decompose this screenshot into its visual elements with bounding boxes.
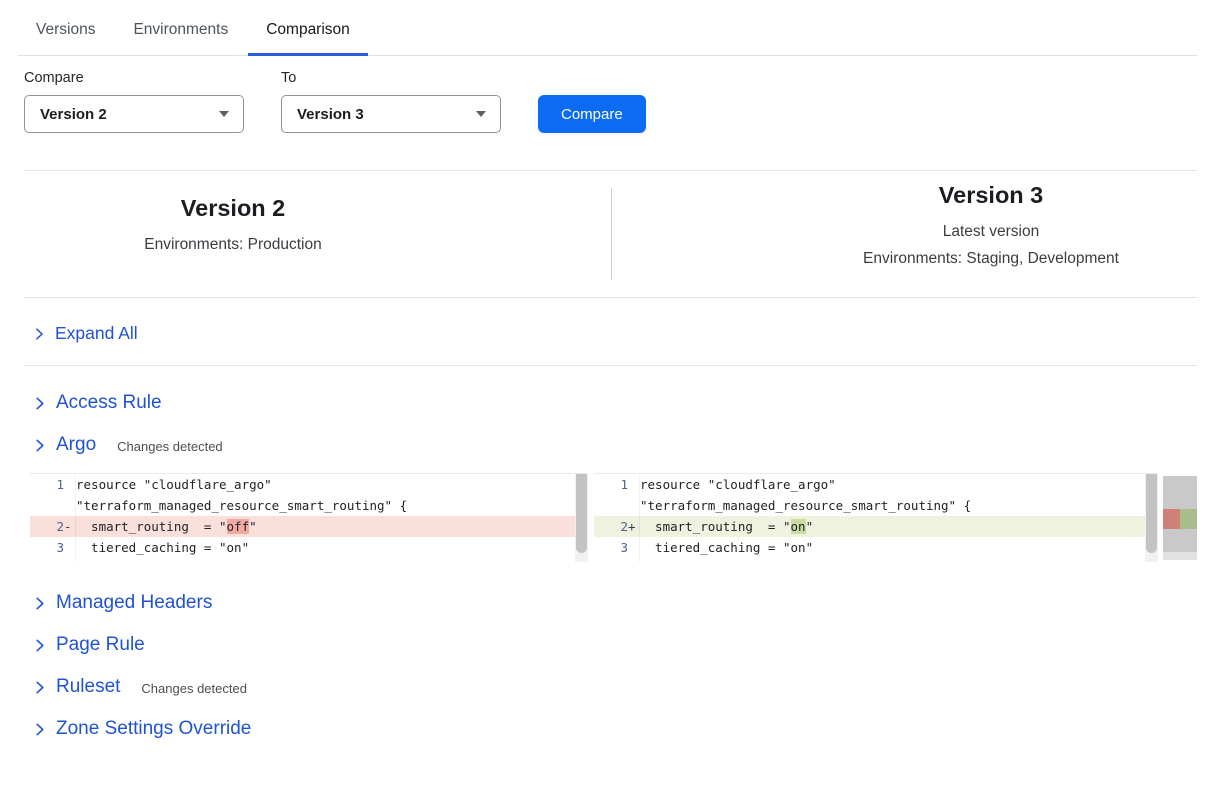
section-label: Managed Headers: [56, 592, 212, 614]
expand-all-label: Expand All: [55, 323, 138, 344]
compare-from-group: Compare Version 2: [24, 70, 244, 133]
diff-line: 3 tiered_caching = "on": [30, 537, 588, 558]
section-argo[interactable]: Argo Changes detected: [24, 431, 1197, 459]
comparison-page: Versions Environments Comparison Compare…: [0, 0, 1224, 788]
section-access-rule[interactable]: Access Rule: [24, 389, 1197, 417]
section-label: Zone Settings Override: [56, 718, 251, 740]
compare-from-label: Compare: [24, 70, 244, 86]
chevron-down-icon: [219, 111, 229, 117]
chevron-right-icon: [32, 327, 46, 341]
section-label: Page Rule: [56, 634, 145, 656]
version-right-title: Version 3: [939, 182, 1044, 209]
diff-line: 1 resource "cloudflare_argo": [30, 474, 588, 495]
diff-line-removed: 2- smart_routing = "off": [30, 516, 588, 537]
diff-left-panel: 1 resource "cloudflare_argo" "terraform_…: [30, 473, 588, 562]
chevron-right-icon: [32, 596, 47, 611]
compare-from-select[interactable]: Version 2: [24, 95, 244, 133]
section-ruleset[interactable]: Ruleset Changes detected: [24, 673, 1197, 701]
version-right-environments: Environments: Staging, Development: [863, 245, 1119, 272]
version-right-header: Version 3 Latest version Environments: S…: [612, 171, 1224, 297]
diff-line: 4 }: [30, 558, 588, 562]
argo-diff-viewer: 1 resource "cloudflare_argo" "terraform_…: [30, 473, 1197, 563]
diff-right-panel: 1 resource "cloudflare_argo" "terraform_…: [594, 473, 1158, 562]
overview-changed-block: [1163, 509, 1197, 529]
vertical-scrollbar[interactable]: [575, 474, 588, 562]
resource-sections: Access Rule Argo Changes detected 1 reso…: [0, 366, 1224, 743]
changes-badge: Changes detected: [117, 436, 223, 454]
version-left-environments: Environments: Production: [144, 231, 321, 258]
tab-comparison[interactable]: Comparison: [248, 21, 368, 55]
version-headers: Version 2 Environments: Production Versi…: [0, 171, 1224, 297]
section-managed-headers[interactable]: Managed Headers: [24, 589, 1197, 617]
overview-removed-marker: [1163, 509, 1180, 529]
overview-unchanged-block: [1163, 529, 1197, 552]
overview-unchanged-block: [1163, 476, 1197, 509]
chevron-right-icon: [32, 638, 47, 653]
diff-line-added: 2+ smart_routing = "on": [594, 516, 1158, 537]
overview-end-block: [1163, 552, 1197, 560]
diff-overview-ruler[interactable]: [1163, 476, 1197, 560]
compare-to-label: To: [281, 70, 501, 86]
changes-badge: Changes detected: [141, 678, 247, 696]
chevron-right-icon: [32, 396, 47, 411]
tab-versions[interactable]: Versions: [18, 21, 113, 55]
tab-environments[interactable]: Environments: [115, 21, 246, 55]
version-right-subtitle: Latest version Environments: Staging, De…: [863, 218, 1119, 272]
compare-button[interactable]: Compare: [538, 95, 646, 133]
diff-line: 1 resource "cloudflare_argo": [594, 474, 1158, 495]
section-label: Argo: [56, 434, 96, 456]
compare-to-select[interactable]: Version 3: [281, 95, 501, 133]
section-zone-settings-override[interactable]: Zone Settings Override: [24, 715, 1197, 743]
diff-line: 4 }: [594, 558, 1158, 562]
expand-all-button[interactable]: Expand All: [24, 298, 1197, 365]
version-left-header: Version 2 Environments: Production: [0, 171, 611, 297]
diff-line-wrap: "terraform_managed_resource_smart_routin…: [594, 495, 1158, 516]
chevron-right-icon: [32, 722, 47, 737]
scrollbar-thumb[interactable]: [576, 474, 587, 553]
diff-line-wrap: "terraform_managed_resource_smart_routin…: [30, 495, 588, 516]
compare-to-group: To Version 3: [281, 70, 501, 133]
diff-line: 3 tiered_caching = "on": [594, 537, 1158, 558]
section-label: Access Rule: [56, 392, 162, 414]
compare-controls: Compare Version 2 To Version 3 Compare: [24, 70, 1197, 133]
overview-added-marker: [1180, 509, 1197, 529]
compare-from-value: Version 2: [40, 106, 107, 123]
version-right-latest: Latest version: [863, 218, 1119, 245]
vertical-scrollbar[interactable]: [1145, 474, 1158, 562]
scrollbar-thumb[interactable]: [1146, 474, 1157, 553]
section-label: Ruleset: [56, 676, 120, 698]
section-page-rule[interactable]: Page Rule: [24, 631, 1197, 659]
chevron-right-icon: [32, 438, 47, 453]
version-left-title: Version 2: [181, 195, 286, 222]
chevron-down-icon: [476, 111, 486, 117]
chevron-right-icon: [32, 680, 47, 695]
compare-to-value: Version 3: [297, 106, 364, 123]
tab-bar: Versions Environments Comparison: [18, 0, 1197, 56]
